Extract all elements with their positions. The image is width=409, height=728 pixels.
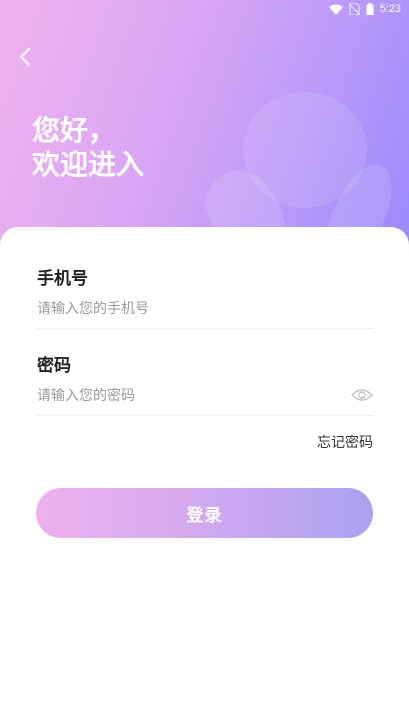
login-form-card: 手机号 密码 [0, 227, 409, 728]
phone-label: 手机号 [37, 269, 88, 289]
password-label: 密码 [37, 356, 71, 376]
greeting-line-2: 欢迎进入 [32, 148, 145, 181]
password-input[interactable] [37, 376, 373, 415]
login-screen: 5:23 您好， 欢迎进入 手机号 密码 忘记密码 登录 [0, 0, 409, 728]
battery-icon [366, 3, 374, 15]
greeting-heading: 您好， 欢迎进入 [32, 114, 144, 182]
status-time: 5:23 [379, 3, 401, 15]
chevron-left-icon [20, 48, 30, 66]
phone-field [37, 289, 373, 329]
greeting-line-1: 您好， [32, 114, 117, 147]
forgot-password-link[interactable]: 忘记密码 [317, 432, 373, 452]
eye-icon[interactable] [351, 387, 373, 403]
phone-input[interactable] [37, 289, 373, 328]
status-bar: 5:23 [0, 0, 409, 18]
login-button[interactable]: 登录 [36, 488, 373, 538]
back-button[interactable] [14, 44, 36, 70]
password-field [37, 376, 373, 416]
no-sim-icon [348, 3, 360, 15]
wifi-icon [328, 4, 343, 15]
header-banner: 5:23 您好， 欢迎进入 [0, 0, 409, 262]
